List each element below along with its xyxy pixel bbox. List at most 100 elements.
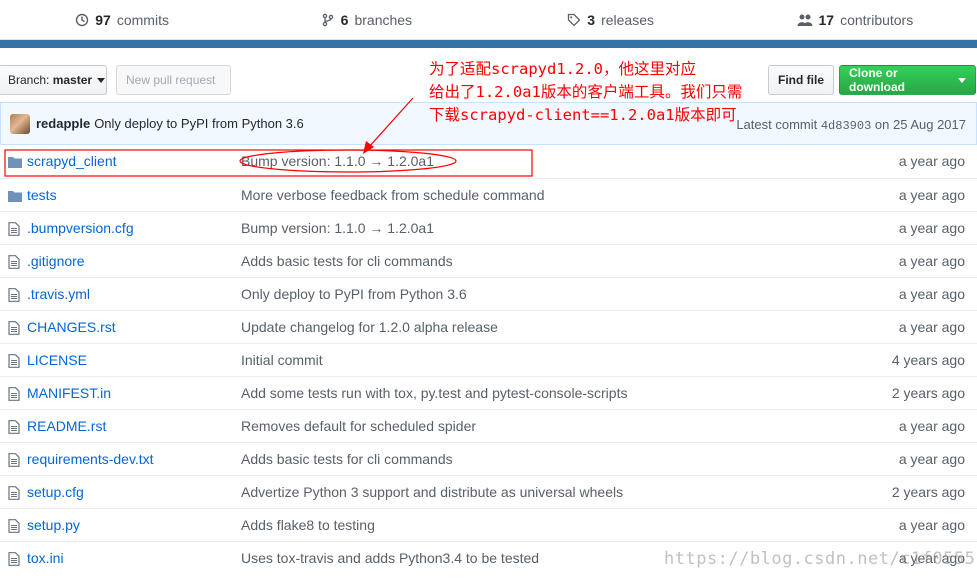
file-age: a year ago xyxy=(898,153,965,169)
file-name-link[interactable]: tests xyxy=(27,187,57,203)
file-icon xyxy=(8,420,22,434)
file-name-link[interactable]: .bumpversion.cfg xyxy=(27,220,134,236)
file-row[interactable]: LICENSE Initial commit 4 years ago xyxy=(0,343,977,376)
chevron-down-icon xyxy=(958,77,966,83)
file-commit-message-link[interactable]: Adds basic tests for cli commands xyxy=(241,451,453,467)
releases-label: releases xyxy=(601,11,654,28)
file-age: a year ago xyxy=(898,220,965,236)
clone-or-download-button[interactable]: Clone or download xyxy=(839,65,976,95)
file-commit-message-link[interactable]: Only deploy to PyPI from Python 3.6 xyxy=(241,286,467,302)
new-pull-request-button[interactable]: New pull request xyxy=(116,65,231,95)
annotation-line-1: 为了适配scrapyd1.2.0，他这里对应 xyxy=(429,60,696,78)
file-icon xyxy=(8,255,22,269)
file-row[interactable]: CHANGES.rst Update changelog for 1.2.0 al… xyxy=(0,310,977,343)
file-icon xyxy=(8,552,22,566)
commits-label: commits xyxy=(116,11,169,28)
file-row[interactable]: tests More verbose feedback from schedule… xyxy=(0,178,977,211)
file-commit-message-link[interactable]: Adds basic tests for cli commands xyxy=(241,253,453,269)
file-commit-message-link[interactable]: Bump version: 1.1.0 → 1.2.0a1 xyxy=(241,220,434,236)
file-row[interactable]: .bumpversion.cfg Bump version: 1.1.0 → 1.… xyxy=(0,211,977,244)
file-name-link[interactable]: MANIFEST.in xyxy=(27,385,111,401)
file-age: 2 years ago xyxy=(891,385,965,401)
commit-author[interactable]: redapple xyxy=(36,116,90,131)
file-list: scrapyd_client Bump version: 1.1.0 → 1.2.… xyxy=(0,145,977,574)
branches-count: 6 xyxy=(340,11,349,28)
commits-count: 97 xyxy=(95,11,111,28)
file-age: 2 years ago xyxy=(891,484,965,500)
contributors-count: 17 xyxy=(818,11,835,28)
file-icon xyxy=(8,486,22,500)
file-row[interactable]: .travis.yml Only deploy to PyPI from Pyth… xyxy=(0,277,977,310)
contributors-link[interactable]: 17 contributors xyxy=(733,12,977,28)
file-icon xyxy=(8,321,22,335)
file-name-link[interactable]: setup.cfg xyxy=(27,484,84,500)
tag-icon xyxy=(568,13,581,26)
file-commit-message-link[interactable]: Uses tox-travis and adds Python3.4 to be… xyxy=(241,550,539,566)
file-name-link[interactable]: .gitignore xyxy=(27,253,85,269)
file-commit-message-link[interactable]: More verbose feedback from schedule comm… xyxy=(241,187,544,203)
chevron-down-icon xyxy=(97,77,106,83)
file-age: 4 years ago xyxy=(891,352,965,368)
file-name-link[interactable]: .travis.yml xyxy=(27,286,90,302)
file-row[interactable]: scrapyd_client Bump version: 1.1.0 → 1.2.… xyxy=(0,145,977,178)
branch-name: master xyxy=(52,73,93,87)
file-age: a year ago xyxy=(898,418,965,434)
file-age: a year ago xyxy=(898,286,965,302)
file-row[interactable]: README.rst Removes default for scheduled … xyxy=(0,409,977,442)
file-row[interactable]: .gitignore Adds basic tests for cli comma… xyxy=(0,244,977,277)
file-row[interactable]: setup.cfg Advertize Python 3 support and … xyxy=(0,475,977,508)
annotation-line-2: 给出了1.2.0a1版本的客户端工具。我们只需 xyxy=(429,83,743,101)
file-name-link[interactable]: CHANGES.rst xyxy=(27,319,116,335)
file-icon xyxy=(8,519,22,533)
annotation-line-3: 下载scrapyd-client==1.2.0a1版本即可 xyxy=(429,106,737,124)
file-name-link[interactable]: tox.ini xyxy=(27,550,64,566)
annotation-note: 为了适配scrapyd1.2.0，他这里对应 给出了1.2.0a1版本的客户端工… xyxy=(429,58,809,127)
file-commit-message-link[interactable]: Add some tests run with tox, py.test and… xyxy=(241,385,627,401)
file-age: a year ago xyxy=(898,319,965,335)
commit-sha-link[interactable]: 4d83903 xyxy=(821,119,871,133)
releases-count: 3 xyxy=(587,11,596,28)
file-commit-message-link[interactable]: Removes default for scheduled spider xyxy=(241,418,476,434)
file-name-link[interactable]: scrapyd_client xyxy=(27,153,117,169)
branch-select-button[interactable]: Branch: master xyxy=(0,65,107,95)
history-icon xyxy=(76,13,89,26)
file-commit-message-link[interactable]: Advertize Python 3 support and distribut… xyxy=(241,484,623,500)
file-icon xyxy=(8,222,22,236)
file-commit-message-link[interactable]: Bump version: 1.1.0 → 1.2.0a1 xyxy=(241,153,434,169)
branches-link[interactable]: 6 branches xyxy=(244,12,488,28)
file-age: a year ago xyxy=(898,451,965,467)
clone-label: Clone or download xyxy=(849,66,905,94)
file-commit-message-link[interactable]: Update changelog for 1.2.0 alpha release xyxy=(241,319,498,335)
file-icon xyxy=(8,387,22,401)
watermark-text: https://blog.csdn.net/c1f0555 xyxy=(664,549,976,569)
file-commit-message-link[interactable]: Adds flake8 to testing xyxy=(241,517,375,533)
file-name-link[interactable]: setup.py xyxy=(27,517,80,533)
file-age: a year ago xyxy=(898,253,965,269)
file-commit-message-link[interactable]: Initial commit xyxy=(241,352,323,368)
file-icon xyxy=(8,288,22,302)
contributors-label: contributors xyxy=(840,11,914,28)
file-name-link[interactable]: README.rst xyxy=(27,418,106,434)
file-icon xyxy=(8,453,22,467)
file-row[interactable]: requirements-dev.txt Adds basic tests for… xyxy=(0,442,977,475)
branches-label: branches xyxy=(354,11,413,28)
commit-message[interactable]: Only deploy to PyPI from Python 3.6 xyxy=(94,116,304,131)
folder-icon xyxy=(8,155,22,168)
releases-link[interactable]: 3 releases xyxy=(489,12,733,28)
organization-icon xyxy=(797,14,812,26)
language-bar[interactable] xyxy=(0,40,977,48)
file-name-link[interactable]: LICENSE xyxy=(27,352,87,368)
file-age: a year ago xyxy=(898,187,965,203)
commit-date: on 25 Aug 2017 xyxy=(874,117,966,132)
git-branch-icon xyxy=(322,13,333,26)
branch-prefix: Branch: xyxy=(8,73,50,87)
avatar[interactable] xyxy=(10,113,30,134)
file-name-link[interactable]: requirements-dev.txt xyxy=(27,451,154,467)
commits-link[interactable]: 97 commits xyxy=(0,12,244,28)
file-row[interactable]: MANIFEST.in Add some tests run with tox, … xyxy=(0,376,977,409)
file-icon xyxy=(8,354,22,368)
folder-icon xyxy=(8,189,22,202)
repo-summary-bar: 97 commits 6 branches 3 releases 17 cont… xyxy=(0,0,977,40)
file-age: a year ago xyxy=(898,517,965,533)
file-row[interactable]: setup.py Adds flake8 to testing a year ago xyxy=(0,508,977,541)
